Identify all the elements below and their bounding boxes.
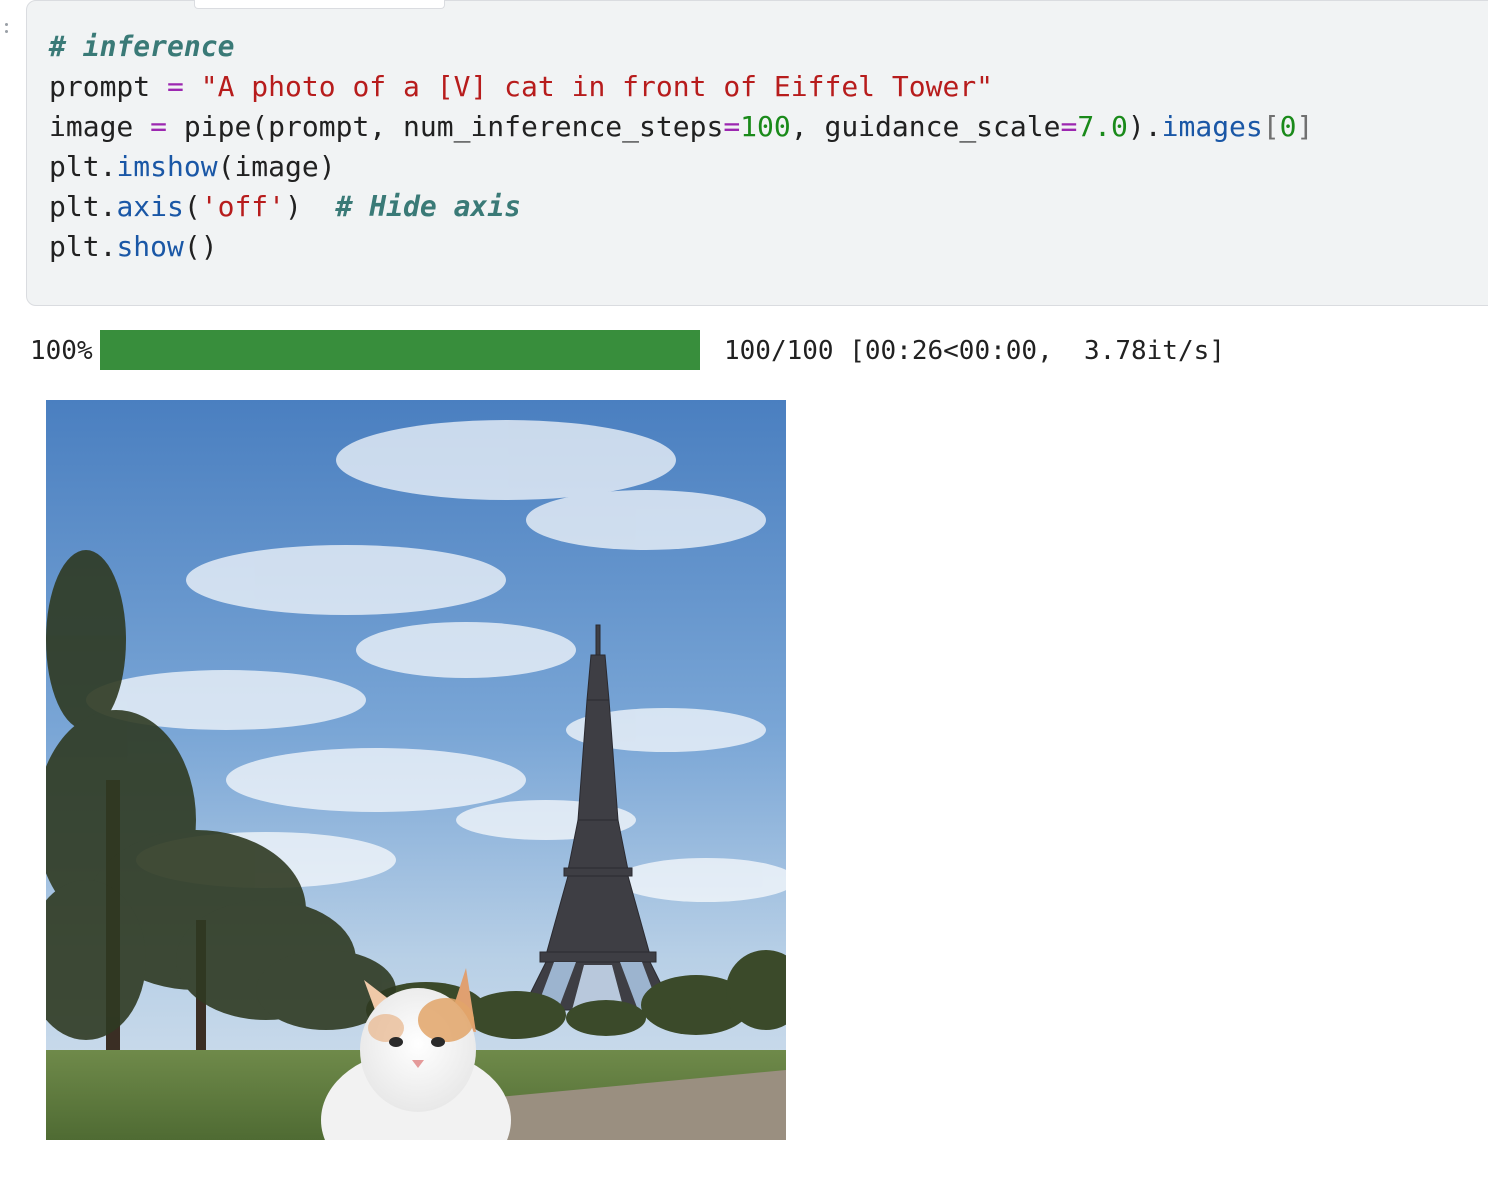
code-token: "A photo of a [V] cat in front of Eiffel… [200, 70, 994, 103]
progress-bar-fill [100, 330, 700, 370]
code-token: 7.0 [1077, 110, 1128, 143]
code-token: = [150, 110, 168, 143]
code-token: plt. [49, 230, 117, 263]
code-token: plt. [49, 150, 117, 183]
code-token: 0 [1279, 110, 1297, 143]
code-token: pipe(prompt, num_inference_steps [167, 110, 724, 143]
code-token: image [49, 110, 151, 143]
progress-output: 100% 100/100 [00:26<00:00, 3.78it/s] [30, 328, 1470, 372]
cell-drag-handle[interactable] [2, 20, 10, 42]
cell-toolbar-tab[interactable] [194, 0, 445, 9]
code-line[interactable]: plt.imshow(image) [49, 147, 1313, 187]
code-token: # Hide axis [335, 190, 522, 223]
code-line[interactable]: prompt = "A photo of a [V] cat in front … [49, 67, 1313, 107]
code-token: () [183, 230, 218, 263]
code-line[interactable]: plt.show() [49, 227, 1313, 267]
code-token: ) [285, 190, 336, 223]
progress-status: 100/100 [00:26<00:00, 3.78it/s] [724, 336, 1225, 366]
cat-eiffel-image [46, 400, 786, 1140]
output-image [46, 400, 786, 1140]
code-line[interactable]: plt.axis('off') # Hide axis [49, 187, 1313, 227]
code-token: 'off' [200, 190, 286, 223]
code-token: imshow [116, 150, 218, 183]
code-token: , guidance_scale [790, 110, 1061, 143]
code-token: = [1060, 110, 1078, 143]
progress-bar [100, 330, 700, 370]
code-editor[interactable]: # inference prompt = "A photo of a [V] ca… [49, 27, 1313, 267]
code-token: = [723, 110, 741, 143]
code-token: ). [1127, 110, 1162, 143]
progress-percent: 100% [30, 336, 93, 366]
code-token: images [1161, 110, 1263, 143]
code-token: prompt [49, 70, 168, 103]
code-token: axis [116, 190, 184, 223]
code-token: [ [1262, 110, 1280, 143]
code-token: plt. [49, 190, 117, 223]
code-cell[interactable]: # inference prompt = "A photo of a [V] ca… [26, 0, 1488, 306]
code-line[interactable]: # inference [49, 27, 1313, 67]
code-token: 100 [740, 110, 791, 143]
code-token: show [116, 230, 184, 263]
code-token: ( [183, 190, 201, 223]
code-token: (image) [217, 150, 336, 183]
code-line[interactable]: image = pipe(prompt, num_inference_steps… [49, 107, 1313, 147]
code-token: # inference [49, 30, 235, 63]
code-token: ] [1296, 110, 1314, 143]
code-token: = [167, 70, 184, 103]
